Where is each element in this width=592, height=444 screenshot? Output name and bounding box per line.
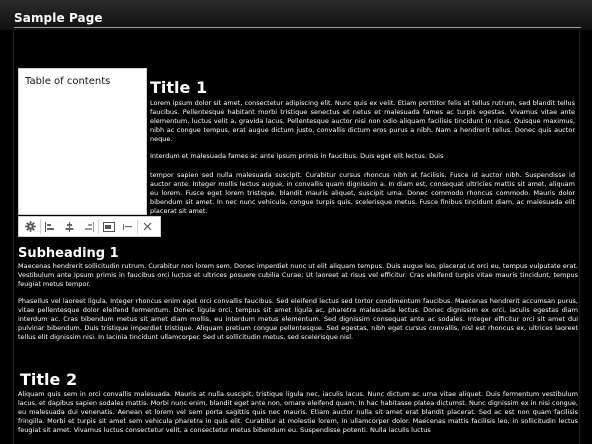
subheading-1-section: Subheading 1 Maecenas hendrerit sollicit… [18,246,578,342]
toc-heading: Table of contents [25,76,111,87]
close-icon[interactable] [138,217,157,236]
frame-border-left [13,30,14,444]
paragraph: Aliquam quis sem in orci convallis males… [18,390,578,434]
window-titlebar: Sample Page [0,0,592,30]
titlebar-divider [14,27,581,28]
outdent-icon[interactable] [118,217,137,236]
title-2-section: Title 2 Aliquam quis sem in orci convall… [18,370,578,435]
paragraph: Lorem ipsum dolor sit amet, consectetur … [150,99,575,143]
indent-icon[interactable] [99,217,118,236]
article-intro: Title 1 Lorem ipsum dolor sit amet, cons… [150,78,575,216]
paragraph: Interdum et malesuada fames ac ante ipsu… [150,152,444,160]
paragraph: Phasellus vel laoreet ligula. Integer rh… [18,297,578,341]
align-left-icon[interactable] [41,217,60,236]
subheading-1-heading: Subheading 1 [18,246,119,261]
title-2-heading: Title 2 [20,370,78,389]
table-of-contents-panel: Table of contents [18,68,147,215]
align-center-icon[interactable] [60,217,79,236]
toc-toolbar [18,216,161,237]
align-right-icon[interactable] [79,217,98,236]
paragraph: Maecenas hendrerit sollicitudin rutrum. … [18,262,578,288]
paragraph: tempor sapien sed nulla malesuada suscip… [150,171,575,215]
gear-icon[interactable] [21,217,40,236]
frame-border-right [579,30,580,444]
title-1-heading: Title 1 [150,78,208,97]
window-title: Sample Page [14,11,103,25]
